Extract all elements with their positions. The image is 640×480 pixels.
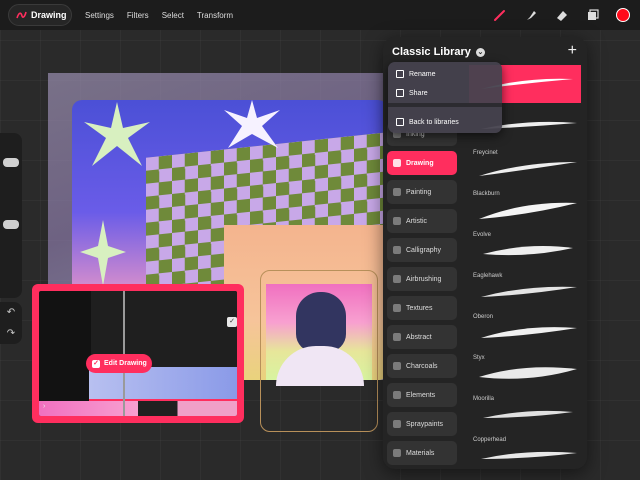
calligraphy-icon (393, 246, 401, 254)
brush-item[interactable]: Copperhead (473, 437, 583, 465)
drawing-icon (393, 159, 401, 167)
preview-strip (39, 401, 237, 416)
opacity-slider[interactable] (3, 220, 19, 229)
share-icon (396, 89, 404, 97)
edit-drawing-label: Edit Drawing (104, 360, 147, 367)
selection-outline (260, 270, 378, 432)
painting-icon (393, 188, 401, 196)
category-calligraphy[interactable]: Calligraphy (387, 238, 457, 262)
gallery-back-button[interactable]: Drawing (8, 4, 72, 26)
undo-redo-group: ↶ ↷ (0, 302, 22, 344)
star-icon (84, 102, 150, 166)
brush-stroke-preview (483, 410, 573, 418)
brush-stroke-preview (481, 327, 577, 338)
brush-category-list: Inking Drawing Painting Artistic Calligr… (387, 122, 457, 469)
category-label: Calligraphy (406, 246, 442, 254)
category-label: Abstract (406, 333, 432, 341)
redo-icon[interactable]: ↷ (7, 328, 15, 339)
materials-icon (393, 449, 401, 457)
airbrushing-icon (393, 275, 401, 283)
rename-label: Rename (409, 70, 436, 78)
menu-transform[interactable]: Transform (197, 11, 233, 20)
library-title[interactable]: Classic Library ⌄ (392, 46, 485, 58)
category-textures[interactable]: Textures (387, 296, 457, 320)
category-airbrushing[interactable]: Airbrushing (387, 267, 457, 291)
popover-divider (388, 103, 502, 107)
share-menu-item[interactable]: Share (396, 89, 428, 97)
menu-settings[interactable]: Settings (85, 11, 114, 20)
brush-stroke-preview (481, 286, 577, 297)
category-label: Artistic (406, 217, 427, 225)
brush-stroke-preview (483, 246, 573, 256)
brush-item[interactable]: Eaglehawk (473, 273, 583, 303)
category-label: Drawing (406, 159, 434, 167)
brush-icon[interactable] (492, 7, 508, 23)
category-label: Textures (406, 304, 433, 312)
brush-size-slider[interactable] (3, 158, 19, 167)
category-label: Elements (406, 391, 436, 399)
layers-icon[interactable] (585, 7, 601, 23)
side-rail (0, 133, 22, 298)
menu-filters[interactable]: Filters (127, 11, 149, 20)
category-charcoals[interactable]: Charcoals (387, 354, 457, 378)
spraypaints-icon (393, 420, 401, 428)
edit-drawing-button[interactable]: ✓ Edit Drawing (86, 354, 152, 373)
brush-stroke-preview (479, 367, 577, 379)
brush-item[interactable]: Blackburn (473, 191, 583, 225)
brush-item[interactable]: Moorilla (473, 396, 583, 424)
category-drawing[interactable]: Drawing (387, 151, 457, 175)
chevron-down-icon: ⌄ (475, 47, 485, 57)
back-to-libraries-item[interactable]: Back to libraries (396, 118, 459, 126)
category-label: Charcoals (406, 362, 438, 370)
brush-item[interactable]: Freycinet (473, 150, 583, 182)
procreate-logo-icon (16, 11, 27, 19)
abstract-icon (393, 333, 401, 341)
share-label: Share (409, 89, 428, 97)
category-label: Painting (406, 188, 432, 196)
category-spraypaints[interactable]: Spraypaints (387, 412, 457, 436)
color-swatch[interactable] (616, 8, 630, 22)
top-toolbar: Drawing Settings Filters Select Transfor… (0, 0, 640, 30)
elements-icon (393, 391, 401, 399)
library-title-text: Classic Library (392, 46, 471, 58)
brush-item[interactable]: Evolve (473, 232, 583, 262)
add-brush-button[interactable]: + (568, 42, 577, 60)
category-label: Airbrushing (406, 275, 442, 283)
brush-item[interactable]: Oberon (473, 314, 583, 344)
smudge-icon[interactable] (523, 7, 539, 23)
back-label: Back to libraries (409, 118, 459, 126)
rename-menu-item[interactable]: Rename (396, 70, 435, 78)
menu-bar: Settings Filters Select Transform (85, 0, 233, 30)
star-icon (80, 220, 126, 286)
check-icon: ✓ (92, 359, 100, 368)
brush-item[interactable]: Styx (473, 355, 583, 385)
menu-select[interactable]: Select (162, 11, 184, 20)
brush-stroke-preview (481, 451, 577, 459)
category-elements[interactable]: Elements (387, 383, 457, 407)
edit-icon (396, 70, 404, 78)
back-label: Drawing (31, 10, 67, 20)
artistic-icon (393, 217, 401, 225)
charcoals-icon (393, 362, 401, 370)
category-painting[interactable]: Painting (387, 180, 457, 204)
checkbox-icon[interactable]: ✓ (227, 317, 237, 327)
library-icon (396, 118, 404, 126)
brush-stroke-preview (479, 202, 577, 219)
chevron-right-icon[interactable]: › (43, 403, 45, 410)
brush-stroke-preview (479, 162, 577, 176)
textures-icon (393, 304, 401, 312)
category-label: Spraypaints (406, 420, 443, 428)
category-abstract[interactable]: Abstract (387, 325, 457, 349)
undo-icon[interactable]: ↶ (7, 307, 15, 318)
category-label: Materials (406, 449, 435, 457)
category-artistic[interactable]: Artistic (387, 209, 457, 233)
library-options-popover: Rename Share Back to libraries (388, 62, 502, 133)
category-materials[interactable]: Materials (387, 441, 457, 465)
eraser-icon[interactable] (554, 7, 570, 23)
tool-group (492, 0, 630, 30)
star-icon (224, 100, 280, 148)
